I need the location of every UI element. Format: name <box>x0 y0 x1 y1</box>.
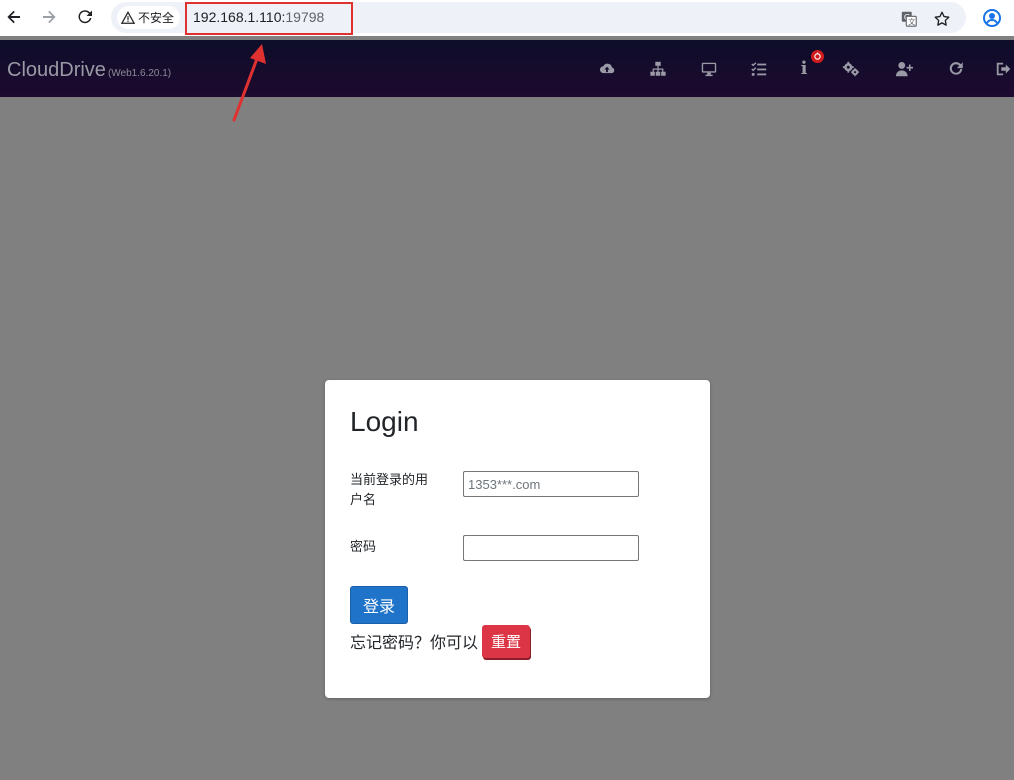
warning-icon <box>121 10 135 24</box>
username-input[interactable] <box>463 471 639 497</box>
translate-icon[interactable]: G文 <box>899 9 919 29</box>
settings-icon[interactable] <box>840 58 862 80</box>
login-title: Login <box>350 406 419 437</box>
browser-toolbar: 不安全 G文 192.168.1.110:19798 <box>0 0 1014 36</box>
reset-button[interactable]: 重置 <box>482 624 531 658</box>
password-label: 密码 <box>350 539 377 554</box>
desktop-icon[interactable] <box>698 58 720 80</box>
forward-arrow-icon[interactable] <box>36 4 62 30</box>
brand-version: (Web1.6.20.1) <box>107 68 172 79</box>
back-arrow-icon[interactable] <box>1 4 27 30</box>
url-annotation-box <box>185 2 353 35</box>
profile-icon[interactable] <box>980 6 1004 30</box>
task-list-icon[interactable] <box>748 58 770 80</box>
security-indicator[interactable]: 不安全 <box>117 6 181 29</box>
svg-text:文: 文 <box>908 17 915 26</box>
network-icon[interactable] <box>647 58 669 80</box>
username-label: 当前登录的用户名 <box>350 472 429 507</box>
refresh-icon[interactable] <box>945 58 967 80</box>
notification-badge <box>811 50 824 63</box>
logout-icon[interactable] <box>993 58 1014 80</box>
login-card: Login 当前登录的用户名 密码 登录 忘记密码？你可以 重置 <box>325 380 710 698</box>
brand[interactable]: CloudDrive (Web1.6.20.1) <box>7 59 171 82</box>
annotation-arrow-icon <box>232 44 266 122</box>
app-navbar: CloudDrive (Web1.6.20.1) i <box>0 40 1014 97</box>
reload-icon[interactable] <box>72 4 98 30</box>
login-button[interactable]: 登录 <box>350 586 408 624</box>
forgot-password-row: 忘记密码？你可以 重置 <box>350 624 531 658</box>
bookmark-star-icon[interactable] <box>932 9 952 29</box>
brand-name: CloudDrive <box>7 59 106 81</box>
password-input[interactable] <box>463 535 639 561</box>
security-label: 不安全 <box>138 11 175 25</box>
cloud-upload-icon[interactable] <box>596 58 618 80</box>
add-user-icon[interactable] <box>893 58 915 80</box>
forgot-password-text: 忘记密码？你可以 <box>350 635 479 652</box>
info-icon[interactable]: i <box>793 58 815 80</box>
